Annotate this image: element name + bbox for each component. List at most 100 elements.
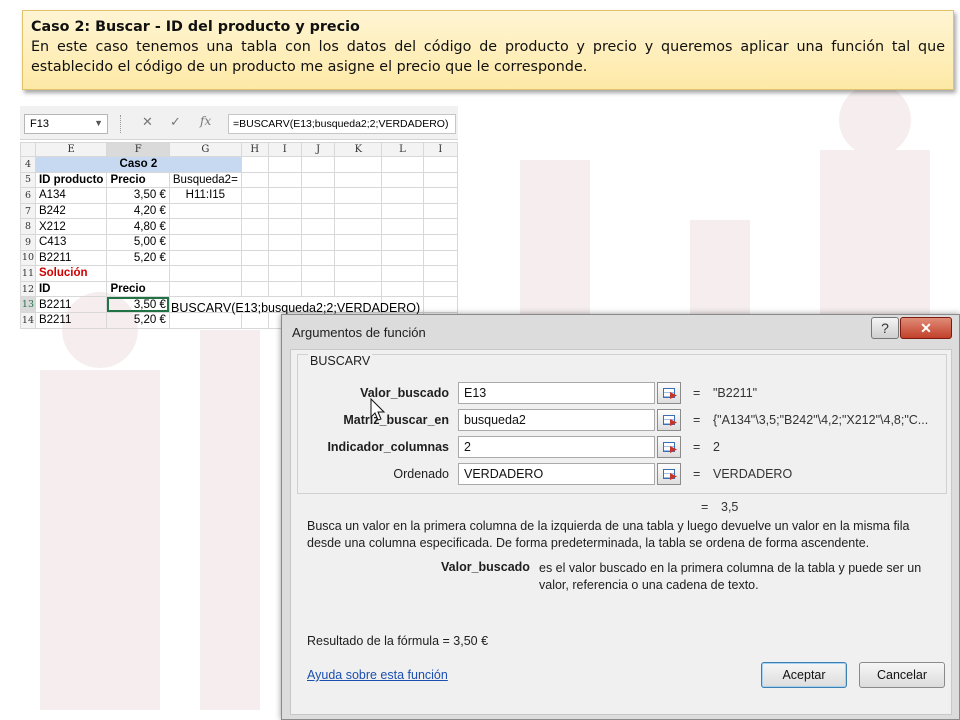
confirm-formula-icon[interactable]: ✓ — [170, 114, 181, 130]
cell[interactable] — [381, 202, 424, 220]
cell[interactable] — [267, 249, 302, 267]
row-header[interactable]: 12 — [20, 280, 36, 298]
cell[interactable] — [240, 202, 269, 220]
column-header[interactable]: E — [34, 142, 108, 157]
cell[interactable] — [267, 187, 302, 204]
row-header[interactable]: 10 — [20, 249, 36, 267]
active-cell[interactable]: 3,50 € — [106, 296, 170, 313]
cell[interactable] — [334, 280, 383, 298]
cell[interactable] — [334, 265, 383, 282]
cell[interactable] — [267, 233, 302, 251]
row-header[interactable]: 8 — [20, 218, 36, 235]
corner-cell[interactable] — [20, 142, 36, 157]
cell[interactable] — [168, 265, 242, 282]
cell[interactable] — [267, 218, 302, 235]
insert-function-icon[interactable]: fx — [200, 114, 211, 128]
cell[interactable] — [334, 202, 383, 220]
cell[interactable] — [381, 218, 424, 235]
cell[interactable] — [334, 218, 383, 235]
cell[interactable] — [381, 187, 424, 204]
cell[interactable] — [240, 280, 269, 298]
cell[interactable] — [300, 218, 336, 235]
collapse-dialog-icon[interactable] — [657, 382, 681, 404]
cell[interactable] — [240, 218, 269, 235]
row-header[interactable]: 14 — [20, 311, 36, 329]
cell[interactable] — [381, 280, 424, 298]
cell[interactable] — [300, 202, 336, 220]
row-header[interactable]: 13 — [20, 296, 36, 313]
cancel-formula-icon[interactable]: ✕ — [142, 114, 153, 130]
cell[interactable] — [240, 171, 269, 189]
cell[interactable] — [267, 156, 302, 173]
cell[interactable]: Solución — [34, 265, 108, 282]
cell[interactable] — [381, 249, 424, 267]
cell[interactable] — [422, 249, 459, 267]
formula-input[interactable]: =BUSCARV(E13;busqueda2;2;VERDADERO) — [228, 114, 456, 134]
cell[interactable]: ID producto — [34, 171, 108, 189]
cell[interactable] — [106, 265, 170, 282]
cell[interactable] — [240, 233, 269, 251]
column-header[interactable]: H — [240, 142, 269, 157]
cell[interactable]: B2211 — [34, 296, 108, 313]
cell[interactable] — [334, 249, 383, 267]
column-header[interactable]: J — [300, 142, 336, 157]
row-header[interactable]: 11 — [20, 265, 36, 282]
arg-input-indicador-columnas[interactable]: 2 — [458, 436, 655, 458]
cell[interactable]: B242 — [34, 202, 108, 220]
cell[interactable] — [381, 265, 424, 282]
cell[interactable] — [381, 171, 424, 189]
cell[interactable] — [422, 265, 459, 282]
cancel-button[interactable]: Cancelar — [859, 662, 945, 688]
arg-input-valor-buscado[interactable]: E13 — [458, 382, 655, 404]
row-header[interactable]: 5 — [20, 171, 36, 189]
cell[interactable] — [334, 156, 383, 173]
close-button[interactable]: ✕ — [900, 317, 952, 339]
chevron-down-icon[interactable]: ▼ — [94, 118, 103, 128]
cell[interactable]: 5,20 € — [106, 249, 170, 267]
cell[interactable] — [422, 296, 459, 313]
row-header[interactable]: 9 — [20, 233, 36, 251]
cell[interactable]: X212 — [34, 218, 108, 235]
cell[interactable] — [381, 156, 424, 173]
cell[interactable] — [168, 218, 242, 235]
row-header[interactable]: 6 — [20, 187, 36, 204]
cell[interactable]: 5,00 € — [106, 233, 170, 251]
collapse-dialog-icon[interactable] — [657, 409, 681, 431]
cell[interactable]: 4,20 € — [106, 202, 170, 220]
cell[interactable] — [422, 171, 459, 189]
cell[interactable] — [300, 233, 336, 251]
cell[interactable] — [422, 187, 459, 204]
cell[interactable] — [267, 265, 302, 282]
cell[interactable]: 3,50 € — [106, 187, 170, 204]
cell[interactable]: C413 — [34, 233, 108, 251]
cell[interactable]: B2211 — [34, 311, 108, 329]
cell[interactable] — [422, 156, 459, 173]
cell[interactable] — [300, 156, 336, 173]
column-header[interactable]: G — [168, 142, 242, 157]
collapse-dialog-icon[interactable] — [657, 436, 681, 458]
cell[interactable] — [168, 233, 242, 251]
help-link[interactable]: Ayuda sobre esta función — [307, 668, 448, 682]
cell[interactable] — [381, 233, 424, 251]
arg-input-matriz-buscar-en[interactable]: busqueda2 — [458, 409, 655, 431]
cell[interactable] — [334, 187, 383, 204]
cell[interactable] — [300, 265, 336, 282]
cell[interactable]: H11:I15 — [168, 187, 242, 204]
column-header[interactable]: I — [422, 142, 459, 157]
cell[interactable] — [168, 202, 242, 220]
cell[interactable] — [267, 202, 302, 220]
row-header[interactable]: 4 — [20, 156, 36, 173]
row-header[interactable]: 7 — [20, 202, 36, 220]
column-header[interactable]: I — [267, 142, 302, 157]
cell[interactable] — [240, 156, 269, 173]
cell[interactable] — [240, 249, 269, 267]
column-header[interactable]: L — [381, 142, 424, 157]
cell[interactable] — [422, 218, 459, 235]
cell[interactable] — [168, 249, 242, 267]
cell[interactable]: A134 — [34, 187, 108, 204]
cell[interactable] — [422, 202, 459, 220]
column-header[interactable]: K — [334, 142, 383, 157]
cell[interactable] — [300, 171, 336, 189]
cell[interactable] — [334, 233, 383, 251]
cell[interactable]: 4,80 € — [106, 218, 170, 235]
